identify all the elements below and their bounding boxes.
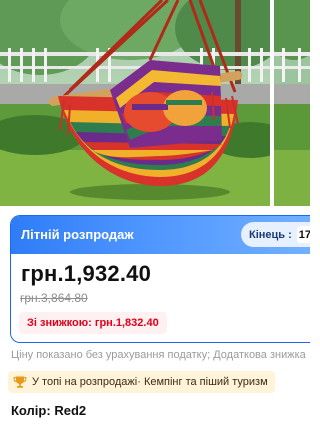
current-price: грн.1,932.40 [21,261,152,286]
sale-banner: Літній розпродаж Кінець : 17 [11,216,310,254]
tax-note: Ціну показано без урахування податку; До… [11,349,306,361]
summer-sale-card: Літній розпродаж Кінець : 17 грн.1,932.4… [10,215,310,343]
sale-title: Літній розпродаж [21,227,134,242]
coupon-price-badge[interactable]: Зі знижкою: грн.1,832.40 [19,312,167,334]
sale-countdown: Кінець : 17 [241,222,310,247]
color-value: Red2 [54,403,87,418]
color-label: Колір: [11,403,51,418]
top-ranking-badge[interactable]: У топі на розпродажі· Кемпінг та піший т… [8,371,275,393]
product-image-main[interactable] [0,0,270,206]
original-price: грн.3,864.80 [20,291,88,305]
countdown-value: 17 [296,226,310,243]
product-image-gallery[interactable] [0,0,310,206]
trophy-icon [13,375,27,389]
coupon-price-text: Зі знижкою: грн.1,832.40 [27,317,159,329]
countdown-label: Кінець : [249,228,292,241]
product-page: Літній розпродаж Кінець : 17 грн.1,932.4… [0,0,310,430]
ranking-text: У топі на розпродажі· Кемпінг та піший т… [32,376,268,388]
color-selector-label: Колір: Red2 [11,403,86,418]
product-image-next[interactable] [274,0,310,206]
